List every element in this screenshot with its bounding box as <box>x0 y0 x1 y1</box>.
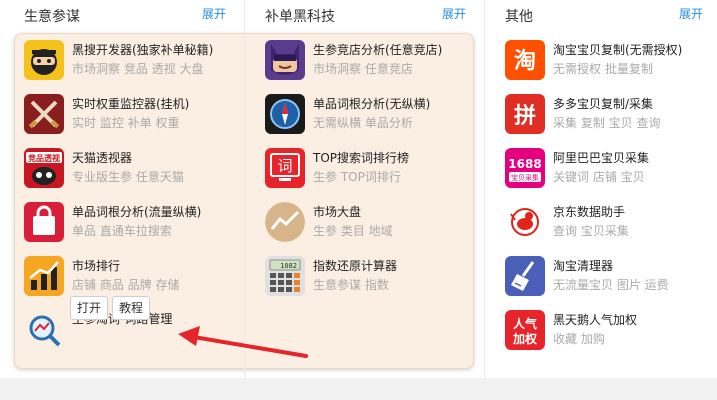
alibaba-glyph: 1688 <box>508 157 541 171</box>
expand-link[interactable]: 展开 <box>679 5 703 22</box>
tool-desc: 生意参谋 指数 <box>313 278 389 292</box>
tool-desc: 店铺 商品 品牌 存储 <box>72 278 180 292</box>
tool-name: 阿里巴巴宝贝采集 <box>553 151 650 165</box>
pinduoduo-icon: 拼 <box>505 94 545 134</box>
tool-name: 市场大盘 <box>313 205 362 219</box>
ci-glyph: 词 <box>277 157 292 175</box>
tool-name: 京东数据助手 <box>553 205 626 219</box>
tool-item-tmall-perspective[interactable]: 竞品透视 天猫透视器 专业版生参 任意天猫 <box>24 148 239 192</box>
open-button[interactable]: 打开 <box>70 296 109 320</box>
expand-link[interactable]: 展开 <box>442 5 466 22</box>
tool-desc: 单品 直通车拉搜索 <box>72 224 172 238</box>
masked-hero-icon <box>265 40 305 80</box>
jd-dog-icon <box>505 202 545 242</box>
tool-desc: 实时 监控 补单 权重 <box>72 116 180 130</box>
tool-desc: 生参 TOP词排行 <box>313 170 401 184</box>
popularity-sub: 加权 <box>512 331 538 346</box>
tool-name: 市场排行 <box>72 259 121 273</box>
column-header: 其他 展开 <box>485 0 717 30</box>
tutorial-button[interactable]: 教程 <box>112 296 151 320</box>
tool-item-market-rank[interactable]: 市场排行 店铺 商品 品牌 存储 <box>24 256 239 300</box>
tool-item-realtime-weight[interactable]: 实时权重监控器(挂机) 实时 监控 补单 权重 <box>24 94 239 138</box>
tmall-perspective-icon: 竞品透视 <box>24 148 64 188</box>
tool-desc: 专业版生参 任意天猫 <box>72 170 184 184</box>
tools-panel: 生意参谋 展开 黑搜开发器(独家补单秘籍) 市场洞察 竞品 透视 大盘 实时权重… <box>0 0 717 378</box>
tool-desc: 市场洞察 任意竞店 <box>313 62 413 76</box>
tool-name: 黑天鹅人气加权 <box>553 313 638 327</box>
calculator-display: 1082 <box>280 262 297 270</box>
badge-text: 竞品透视 <box>27 153 60 163</box>
annotation-arrow-icon <box>178 326 308 358</box>
tool-name: 单品词根分析(流量纵横) <box>72 205 202 219</box>
column-title: 其他 <box>505 9 533 25</box>
column-other: 其他 展开 淘 淘宝宝贝复制(无需授权) 无需授权 批量复制 拼 多多宝贝复制/… <box>484 0 717 378</box>
tool-item-competitor-shop[interactable]: 生参竞店分析(任意竞店) 市场洞察 任意竞店 <box>265 40 475 84</box>
tool-name: 淘宝宝贝复制(无需授权) <box>553 43 683 57</box>
column-title: 补单黑科技 <box>265 9 335 25</box>
tool-item-pdd-copy[interactable]: 拼 多多宝贝复制/采集 采集 复制 宝贝 查询 <box>505 94 713 138</box>
tool-desc: 无流量宝贝 图片 运费 <box>553 278 669 292</box>
alibaba-1688-icon: 1688 宝贝采集 <box>505 148 545 188</box>
crossed-swords-icon <box>24 94 64 134</box>
tool-name: 多多宝贝复制/采集 <box>553 97 654 111</box>
tool-item-top-search-rank[interactable]: 词 TOP搜索词排行榜 生参 TOP词排行 <box>265 148 475 192</box>
column-header: 补单黑科技 展开 <box>245 0 484 30</box>
taobao-icon: 淘 <box>505 40 545 80</box>
compass-icon <box>265 94 305 134</box>
popularity-glyph: 人气 <box>513 316 537 331</box>
tool-name: 实时权重监控器(挂机) <box>72 97 190 111</box>
tool-item-jd-helper[interactable]: 京东数据助手 查询 宝贝采集 <box>505 202 713 246</box>
column-title: 生意参谋 <box>24 9 80 25</box>
tool-item-heisou[interactable]: 黑搜开发器(独家补单秘籍) 市场洞察 竞品 透视 大盘 <box>24 40 239 84</box>
tool-desc: 查询 宝贝采集 <box>553 224 629 238</box>
ninja-icon <box>24 40 64 80</box>
tool-desc: 关键词 店铺 宝贝 <box>553 170 645 184</box>
tool-desc: 收藏 加购 <box>553 332 605 346</box>
tool-item-taobao-copy[interactable]: 淘 淘宝宝贝复制(无需授权) 无需授权 批量复制 <box>505 40 713 84</box>
tool-name: 淘宝清理器 <box>553 259 614 273</box>
tool-name: 单品词根分析(无纵横) <box>313 97 431 111</box>
pdd-glyph: 拼 <box>514 103 536 129</box>
magnifier-icon <box>24 310 64 350</box>
ci-rank-icon: 词 <box>265 148 305 188</box>
tool-item-taobao-cleaner[interactable]: 淘宝清理器 无流量宝贝 图片 运费 <box>505 256 713 300</box>
tool-item-root-no-zongheng[interactable]: 单品词根分析(无纵横) 无需纵横 单品分析 <box>265 94 475 138</box>
tool-name: 指数还原计算器 <box>313 259 398 273</box>
tool-item-index-calculator[interactable]: 1082 指数还原计算器 生意参谋 指数 <box>265 256 475 300</box>
tool-desc: 市场洞察 竞品 透视 大盘 <box>72 62 204 76</box>
tool-item-market-overview[interactable]: 市场大盘 生参 类目 地域 <box>265 202 475 246</box>
tool-desc: 采集 复制 宝贝 查询 <box>553 116 661 130</box>
tool-desc: 生参 类目 地域 <box>313 224 393 238</box>
calculator-icon: 1082 <box>265 256 305 296</box>
tool-name: TOP搜索词排行榜 <box>313 151 410 165</box>
popularity-icon: 人气 加权 <box>505 310 545 350</box>
taobao-glyph: 淘 <box>514 48 536 74</box>
expand-link[interactable]: 展开 <box>202 5 226 22</box>
tool-name: 天猫透视器 <box>72 151 133 165</box>
column-header: 生意参谋 展开 <box>0 0 244 30</box>
tool-desc: 无需授权 批量复制 <box>553 62 653 76</box>
tool-item-single-root[interactable]: 单品词根分析(流量纵横) 单品 直通车拉搜索 <box>24 202 239 246</box>
broom-icon <box>505 256 545 296</box>
tool-item-1688-collect[interactable]: 1688 宝贝采集 阿里巴巴宝贝采集 关键词 店铺 宝贝 <box>505 148 713 192</box>
shopping-bag-icon <box>24 202 64 242</box>
tool-desc: 无需纵横 单品分析 <box>313 116 413 130</box>
trend-icon <box>265 202 305 242</box>
tool-name: 生参竞店分析(任意竞店) <box>313 43 443 57</box>
bar-chart-icon <box>24 256 64 296</box>
tool-item-black-swan[interactable]: 人气 加权 黑天鹅人气加权 收藏 加购 <box>505 310 713 354</box>
tool-name: 黑搜开发器(独家补单秘籍) <box>72 43 214 57</box>
alibaba-sub: 宝贝采集 <box>511 173 539 182</box>
